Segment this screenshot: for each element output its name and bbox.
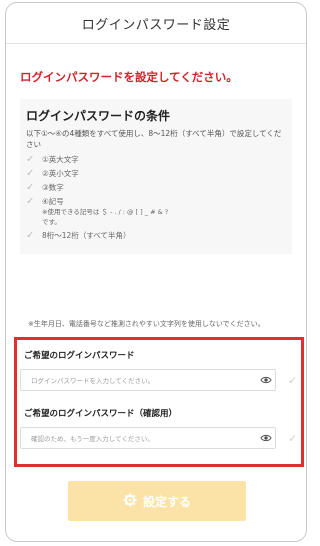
confirm-password-input[interactable]: 確認のため、もう一度入力してください。: [20, 427, 276, 449]
condition-label: 8桁～12桁（すべて半角）: [42, 231, 131, 240]
condition-item: ✓ ①英大文字: [26, 154, 284, 165]
condition-label: ②英小文字: [42, 169, 79, 178]
submit-label: 設定する: [142, 494, 191, 509]
submit-button[interactable]: 設定する: [68, 481, 246, 521]
conditions-title: ログインパスワードの条件: [26, 109, 171, 123]
condition-label: ①英大文字: [42, 155, 79, 164]
condition-item: ✓ ②英小文字: [26, 168, 284, 179]
confirm-password-label: ご希望のログインパスワード（確認用）: [24, 409, 178, 419]
conditions-description: 以下①～④の4種類をすべて使用し、8～12桁（すべて半角）で設定してください: [26, 129, 282, 149]
check-icon: ✓: [26, 154, 35, 165]
condition-item: ✓ 8桁～12桁（すべて半角）: [26, 230, 284, 241]
eye-icon[interactable]: [257, 369, 275, 391]
password-input[interactable]: ログインパスワードを入力してください。: [20, 369, 276, 391]
page-title: ログインパスワード設定: [81, 17, 231, 33]
condition-item: ✓ ③数字: [26, 182, 284, 193]
check-icon: ✓: [26, 182, 35, 193]
eye-icon[interactable]: [257, 427, 275, 449]
confirm-password-placeholder: 確認のため、もう一度入力してください。: [31, 435, 154, 443]
gear-icon: [123, 493, 137, 510]
lead-text: ログインパスワードを設定してください。: [20, 70, 238, 84]
conditions-box: ログインパスワードの条件 以下①～④の4種類をすべて使用し、8～12桁（すべて半…: [20, 99, 292, 254]
condition-label: ③数字: [42, 183, 64, 192]
password-placeholder: ログインパスワードを入力してください。: [31, 377, 155, 385]
warning-note: ※生年月日、電話番号など推測されやすい文字列を使用しないでください。: [28, 320, 265, 328]
condition-sub-text: です。: [42, 218, 61, 226]
check-icon: ✓: [288, 432, 298, 445]
password-label: ご希望のログインパスワード: [24, 351, 135, 361]
condition-sub-text: ※使用できる記号は ＄ - . / : @ [ ] _ # & ?: [42, 208, 169, 216]
page-header: ログインパスワード設定: [6, 3, 306, 44]
condition-item: ✓ ④記号 ※使用できる記号は ＄ - . / : @ [ ] _ # & ? …: [26, 196, 284, 227]
check-icon: ✓: [26, 168, 35, 179]
phone-frame: ログインパスワード設定 ログインパスワードを設定してください。 ログインパスワー…: [5, 2, 307, 542]
check-icon: ✓: [26, 196, 35, 207]
check-icon: ✓: [288, 374, 298, 387]
condition-label: ④記号: [42, 197, 64, 206]
check-icon: ✓: [26, 230, 35, 241]
